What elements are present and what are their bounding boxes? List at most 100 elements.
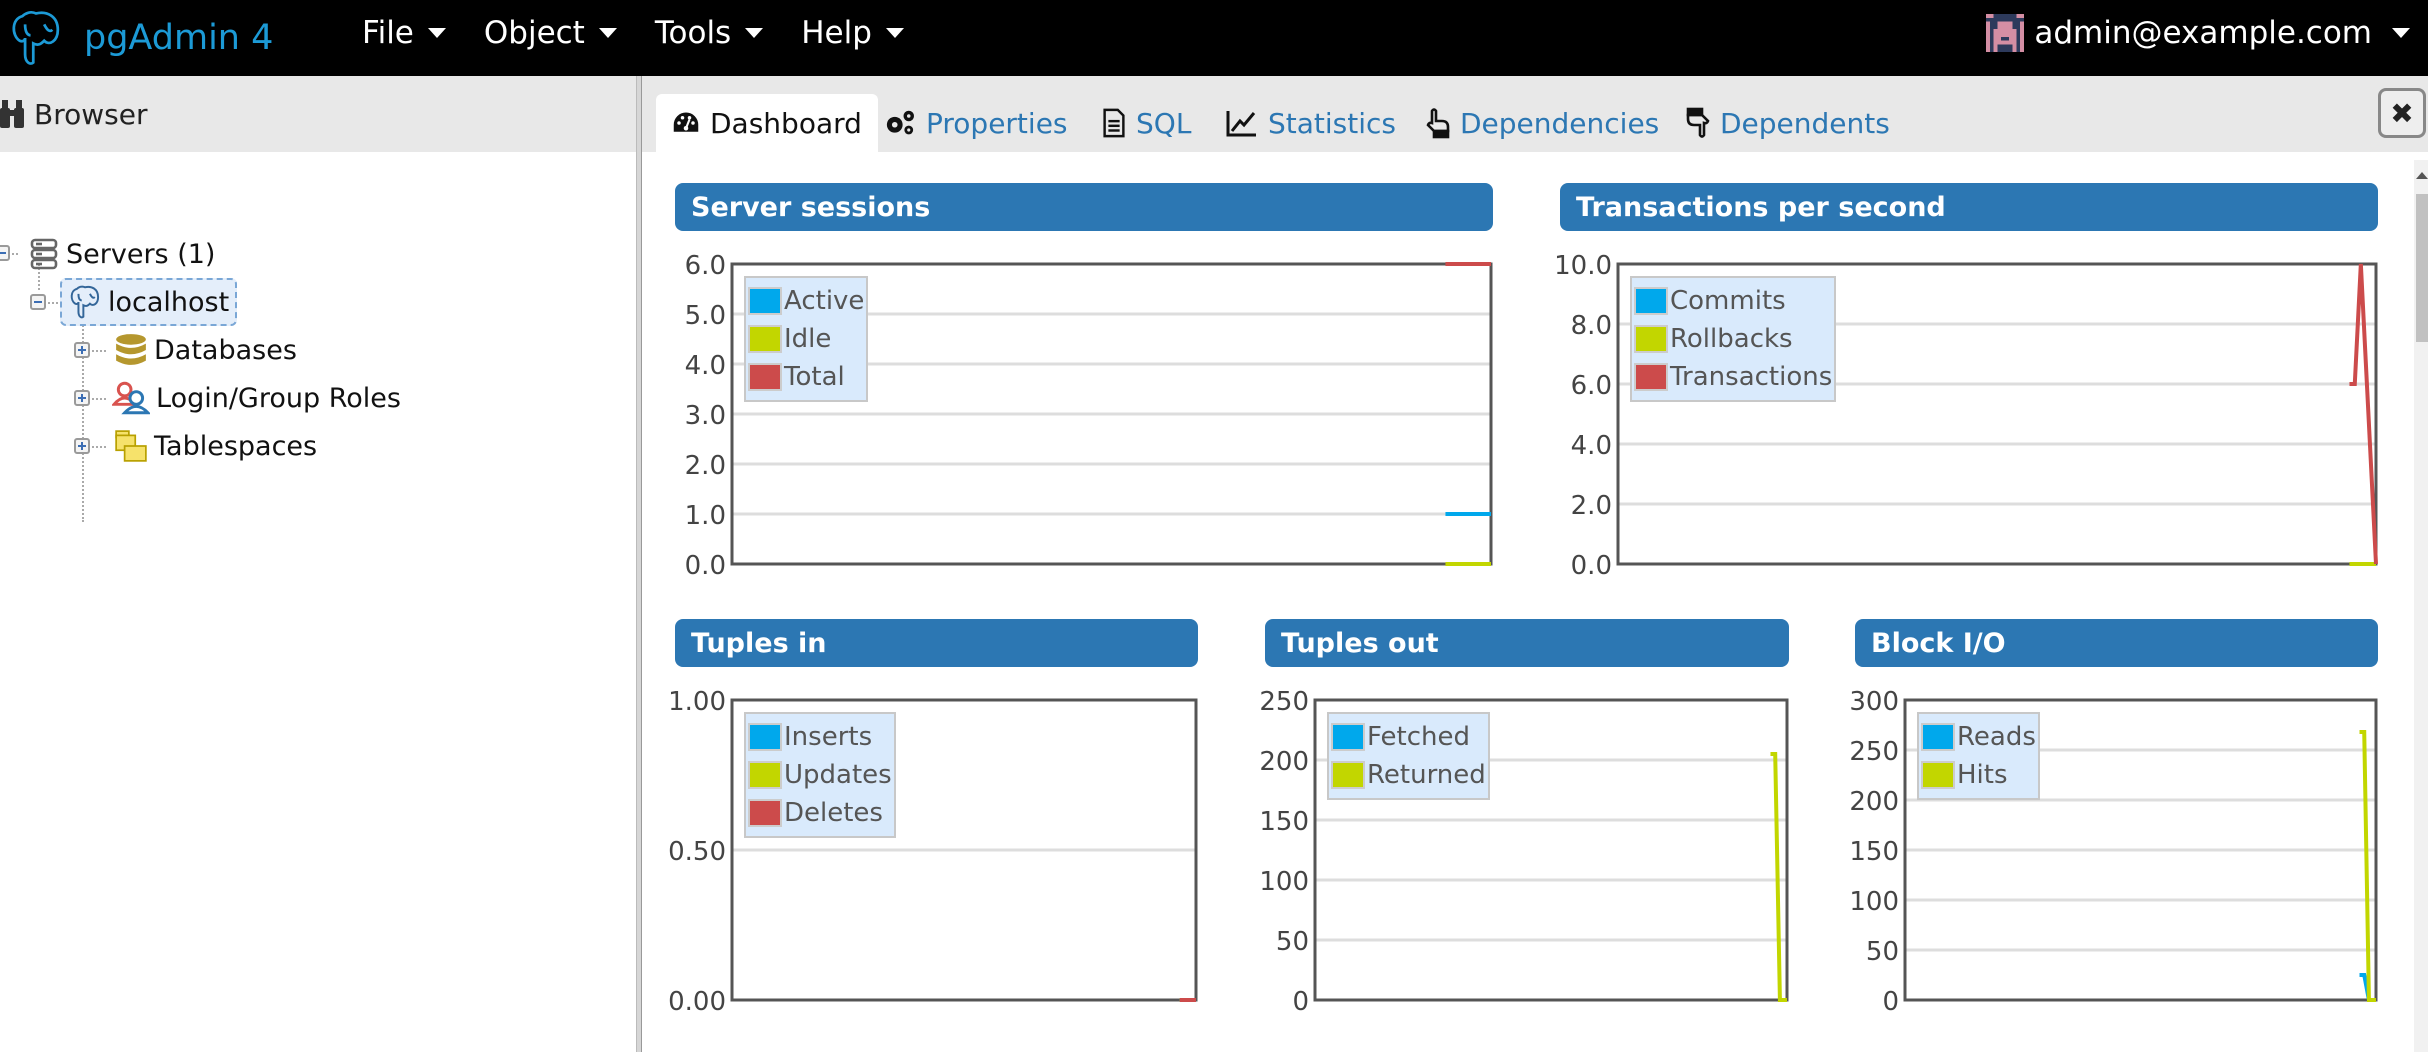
legend-item: Rollbacks	[1634, 320, 1832, 358]
legend-label: Reads	[1957, 722, 2036, 752]
y-tick-label: 50	[1866, 937, 1899, 967]
y-tick-label: 3.0	[685, 401, 726, 431]
legend-swatch	[1634, 363, 1668, 391]
legend-label: Total	[784, 362, 845, 392]
tree-connector	[92, 350, 106, 352]
y-tick-label: 250	[1849, 737, 1899, 767]
app-brand[interactable]: pgAdmin 4	[8, 6, 273, 70]
tablespaces-expand-toggle[interactable]	[74, 438, 90, 454]
panel-title: Server sessions	[691, 191, 931, 223]
browser-title: Browser	[34, 97, 148, 131]
tree-node-label: localhost	[108, 286, 230, 318]
legend-swatch	[748, 325, 782, 353]
tuples-out-chart: 0 50 100 150 200 250 Fetched Returned	[1259, 682, 1789, 1017]
panel-title: Tuples out	[1281, 627, 1439, 659]
legend-label: Returned	[1367, 760, 1486, 790]
tab-properties[interactable]: Properties	[884, 94, 1068, 152]
tree-node-databases[interactable]: Databases	[114, 328, 297, 372]
legend-label: Updates	[784, 760, 892, 790]
postgres-elephant-icon	[70, 285, 100, 319]
pgadmin-logo-icon	[12, 10, 60, 65]
menu-tools-label: Tools	[654, 15, 732, 51]
y-tick-label: 300	[1849, 687, 1899, 717]
scrollbar-thumb[interactable]	[2416, 194, 2428, 342]
y-tick-label: 0.0	[685, 551, 726, 581]
legend-swatch	[1921, 761, 1955, 789]
legend-label: Active	[784, 286, 865, 316]
legend-swatch	[1331, 723, 1365, 751]
menu-file-label: File	[362, 15, 414, 51]
y-tick-label: 10.0	[1554, 251, 1612, 281]
tree-node-login-group-roles[interactable]: Login/Group Roles	[112, 376, 401, 420]
tree-node-label: Login/Group Roles	[156, 382, 401, 414]
user-menu[interactable]: admin@example.com	[1986, 0, 2410, 66]
caret-down-icon	[598, 28, 617, 38]
tab-dashboard[interactable]: Dashboard	[656, 94, 878, 152]
y-tick-label: 1.00	[668, 687, 726, 717]
menu-object[interactable]: Object	[484, 15, 617, 51]
menu-help[interactable]: Help	[801, 15, 904, 51]
y-tick-label: 0.00	[668, 987, 726, 1017]
menu-tools[interactable]: Tools	[654, 15, 764, 51]
legend-label: Inserts	[784, 722, 873, 752]
y-tick-label: 2.0	[1571, 491, 1612, 521]
y-tick-label: 0	[1882, 987, 1899, 1017]
y-tick-label: 5.0	[685, 301, 726, 331]
y-tick-label: 0	[1292, 987, 1309, 1017]
legend-label: Hits	[1957, 760, 2008, 790]
legend-swatch	[1634, 287, 1668, 315]
tab-label: Dashboard	[710, 106, 862, 140]
tab-label: Dependents	[1720, 106, 1890, 140]
line-chart-icon	[1226, 111, 1256, 137]
legend-swatch	[748, 761, 782, 789]
y-tick-label: 100	[1849, 887, 1899, 917]
close-panel-button[interactable]: ✖	[2378, 88, 2426, 138]
legend-item: Active	[748, 282, 864, 320]
menu-file[interactable]: File	[362, 15, 446, 51]
chart-legend: Inserts Updates Deletes	[744, 712, 896, 838]
databases-expand-toggle[interactable]	[74, 342, 90, 358]
y-tick-label: 250	[1259, 687, 1309, 717]
tab-statistics[interactable]: Statistics	[1226, 94, 1396, 152]
legend-label: Fetched	[1367, 722, 1470, 752]
tree-connector	[92, 446, 106, 448]
main-menu: File Object Tools Help	[362, 0, 942, 66]
app-title: pgAdmin 4	[84, 18, 274, 58]
tab-label: SQL	[1136, 106, 1192, 140]
legend-label: Rollbacks	[1670, 324, 1793, 354]
y-tick-label: 150	[1259, 807, 1309, 837]
tab-dependencies[interactable]: Dependencies	[1426, 94, 1659, 152]
legend-swatch	[1331, 761, 1365, 789]
scroll-up-arrow-icon[interactable]	[2416, 172, 2428, 179]
tree-node-localhost[interactable]: localhost	[60, 278, 238, 326]
tree-node-servers[interactable]: Servers (1)	[28, 232, 215, 276]
legend-swatch	[748, 287, 782, 315]
roles-expand-toggle[interactable]	[74, 390, 90, 406]
browser-panel-header: Browser	[0, 76, 636, 152]
tab-sql[interactable]: SQL	[1102, 94, 1191, 152]
tuples-out-header: Tuples out	[1265, 619, 1789, 667]
server-sessions-chart: 0.0 1.0 2.0 3.0 4.0 5.0 6.0 Active Idle Total	[675, 246, 1493, 581]
tab-label: Dependencies	[1460, 106, 1660, 140]
vertical-scrollbar[interactable]	[2414, 160, 2428, 1052]
y-tick-label: 2.0	[685, 451, 726, 481]
y-tick-label: 0.0	[1571, 551, 1612, 581]
y-tick-label: 200	[1259, 747, 1309, 777]
servers-collapse-toggle[interactable]	[0, 245, 10, 261]
close-icon: ✖	[2390, 96, 2414, 130]
chart-legend: Active Idle Total	[744, 276, 869, 402]
legend-item: Reads	[1921, 718, 2036, 756]
legend-label: Deletes	[784, 798, 883, 828]
block-io-chart: 0 50 100 150 200 250 300 Reads Hits	[1849, 682, 2378, 1017]
legend-label: Commits	[1670, 286, 1786, 316]
y-tick-label: 4.0	[685, 351, 726, 381]
dashboard-icon	[673, 112, 699, 132]
browser-panel: Browser Servers (1) localhost Databases …	[0, 76, 636, 1052]
tab-dependents[interactable]: Dependents	[1686, 94, 1890, 152]
series-line-hits	[2359, 730, 2376, 1002]
file-text-icon	[1103, 108, 1125, 138]
hand-up-icon	[1426, 108, 1450, 139]
tree-node-tablespaces[interactable]: Tablespaces	[114, 424, 317, 468]
tree-connector	[92, 398, 106, 400]
localhost-collapse-toggle[interactable]	[30, 294, 46, 310]
